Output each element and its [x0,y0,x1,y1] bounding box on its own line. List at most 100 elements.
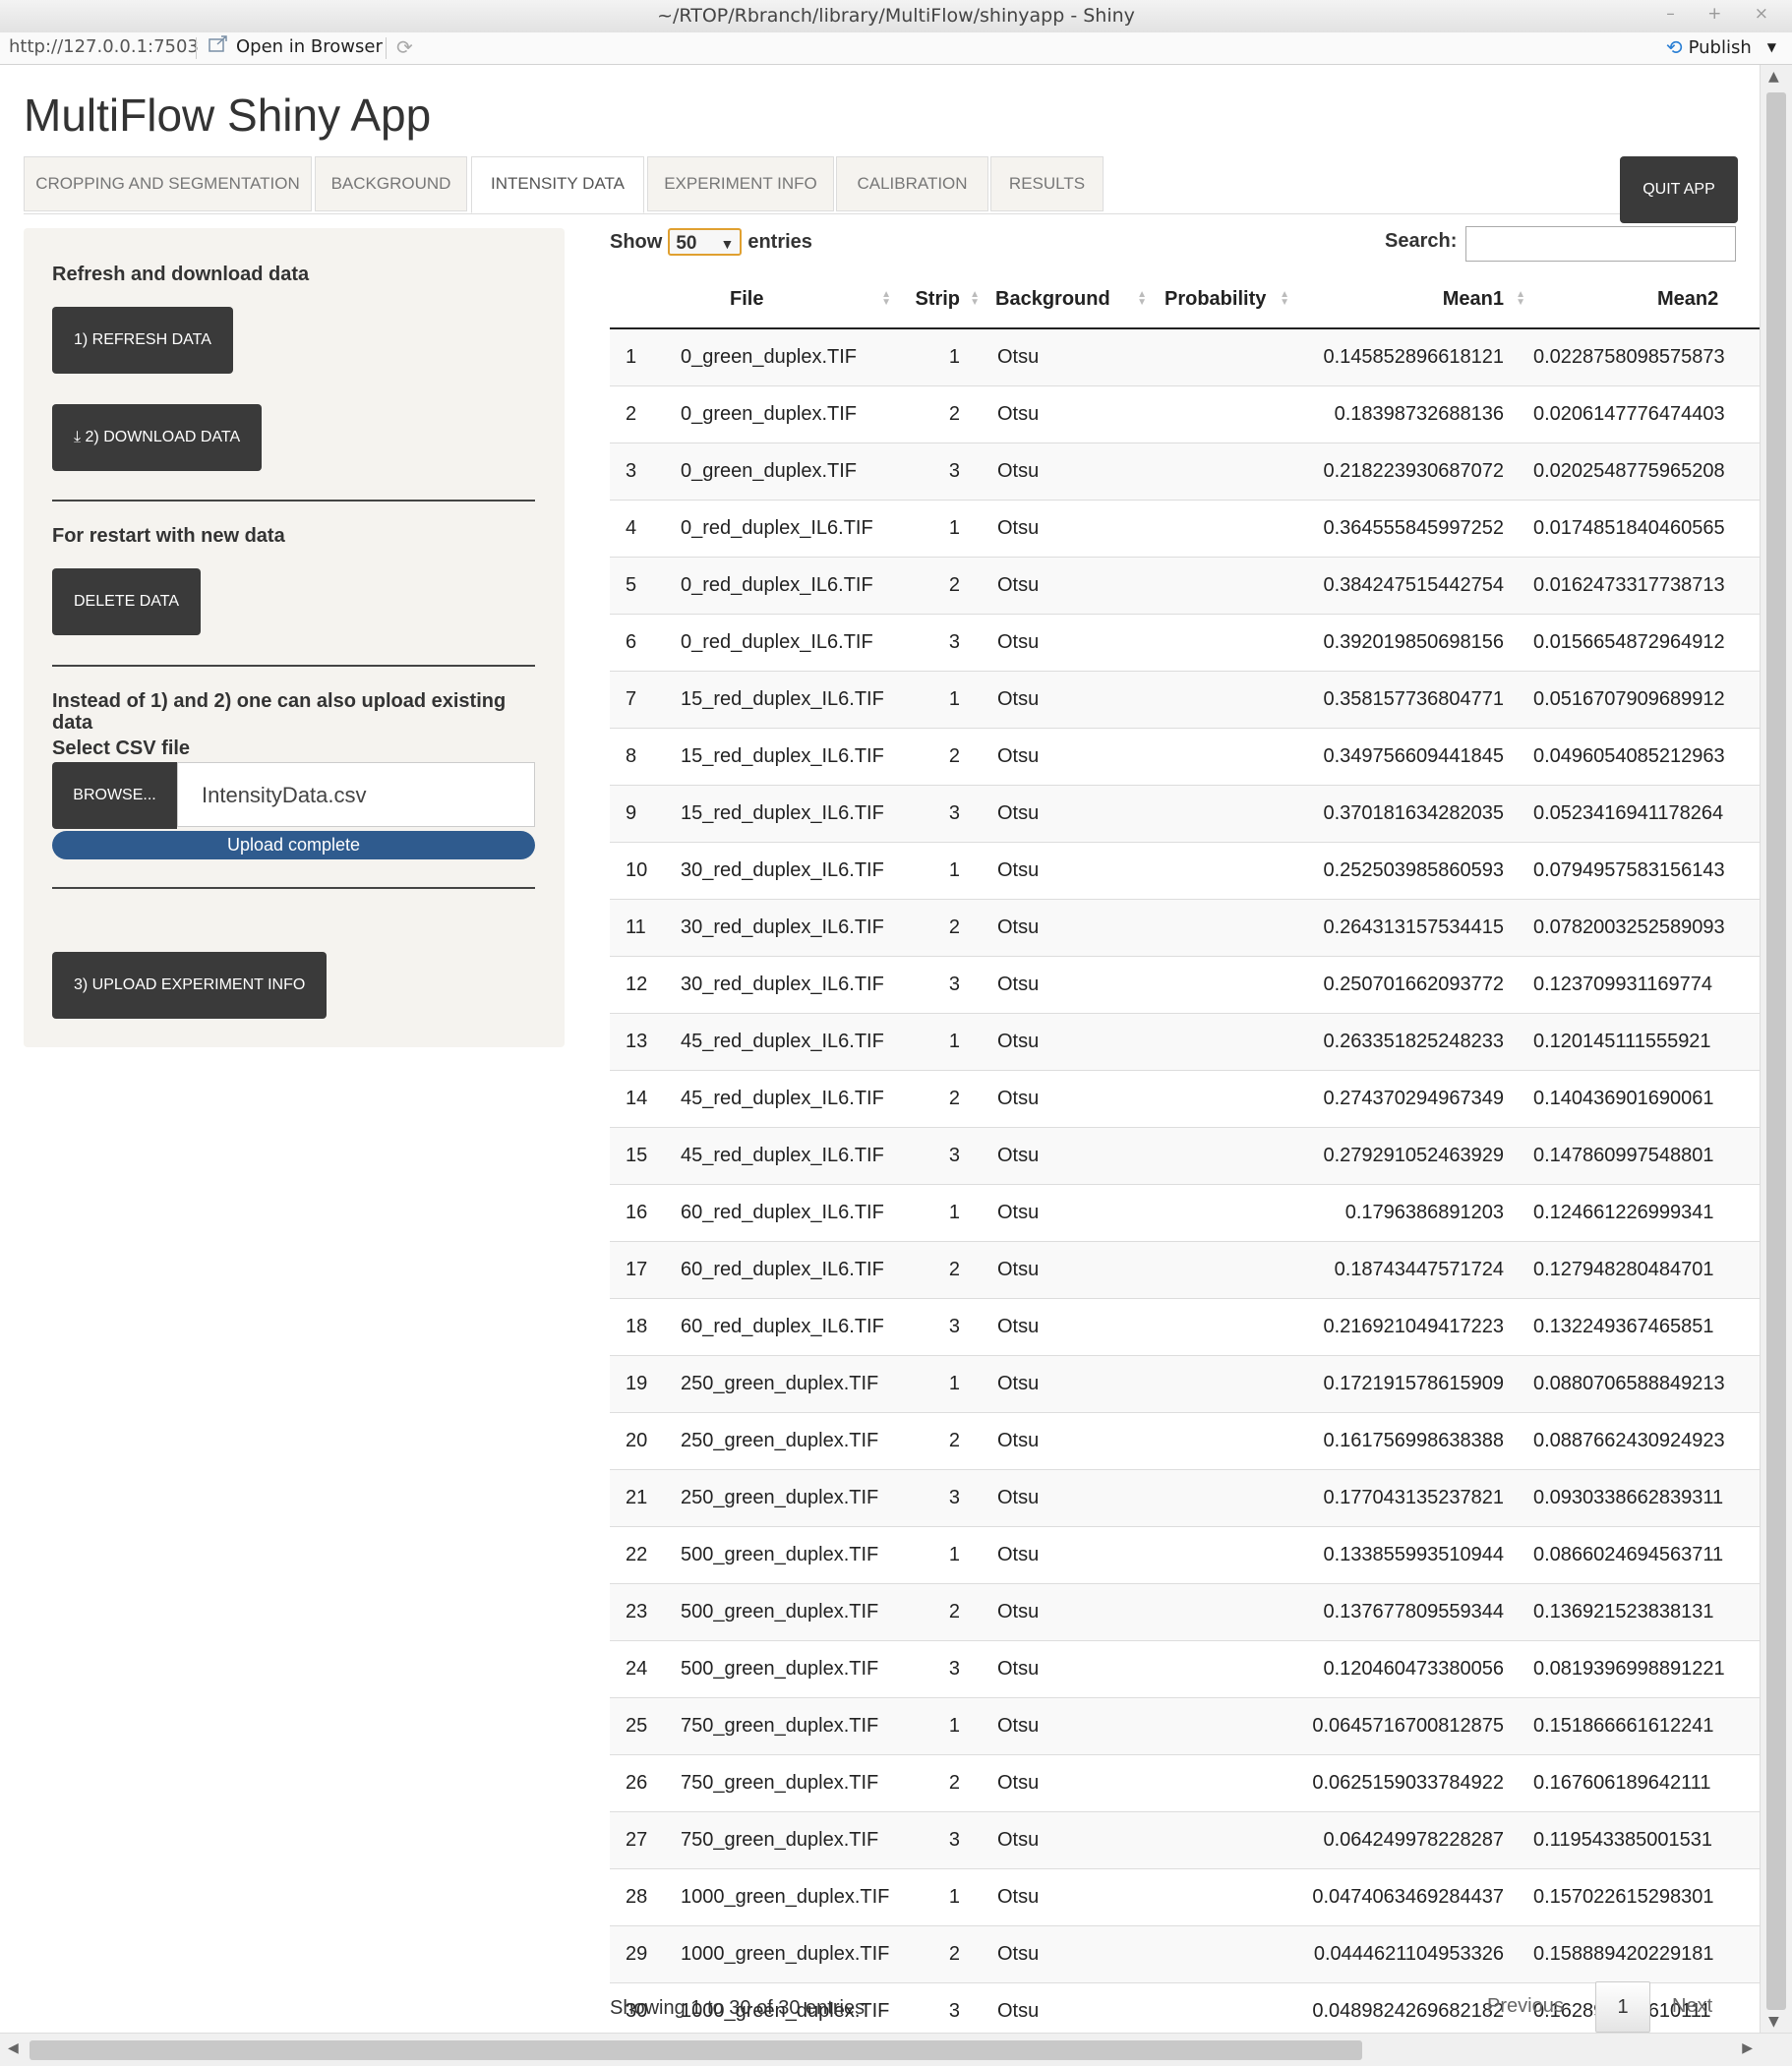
mean2-cell: 0.151866661612241 [1529,1697,1761,1755]
file-cell: 500_green_duplex.TIF [659,1526,895,1584]
column-header-mean2[interactable]: Mean2 [1529,271,1761,329]
scroll-right-icon[interactable]: ▶ [1742,2040,1753,2056]
open-in-browser-button[interactable]: Open in Browser [209,35,383,58]
previous-page-button[interactable]: Previous [1487,1995,1564,2018]
sort-icon: ▲ ▼ [1137,289,1147,308]
probability-cell [1151,1868,1293,1926]
table-row[interactable]: 4 0_red_duplex_IL6.TIF 1 Otsu 0.364555845997… [610,500,1761,558]
mean1-cell: 0.145852896618121 [1293,327,1529,386]
page-1-button[interactable]: 1 [1595,1981,1650,2033]
mean2-cell: 0.0819396998891221 [1529,1640,1761,1698]
table-row[interactable]: 26 750_green_duplex.TIF 2 Otsu 0.06251590337… [610,1754,1761,1812]
table-row[interactable]: 27 750_green_duplex.TIF 3 Otsu 0.06424997822… [610,1811,1761,1869]
table-row[interactable]: 22 500_green_duplex.TIF 1 Otsu 0.13385599351… [610,1526,1761,1584]
divider [386,37,387,59]
column-header-background[interactable]: Background ▲ ▼ [984,271,1151,329]
row-index: 29 [610,1925,659,1983]
tab-experiment-info[interactable]: EXPERIMENT INFO [647,156,834,211]
vertical-scrollbar[interactable]: ▲ ▼ [1760,65,1792,2034]
table-row[interactable]: 1 0_green_duplex.TIF 1 Otsu 0.14585289661812… [610,327,1761,386]
column-header-mean1[interactable]: Mean1 ▲ ▼ [1293,271,1529,329]
table-row[interactable]: 20 250_green_duplex.TIF 2 Otsu 0.16175699863… [610,1412,1761,1470]
column-header-probability[interactable]: Probability ▲ ▼ [1151,271,1293,329]
strip-cell: 3 [895,956,984,1014]
table-row[interactable]: 19 250_green_duplex.TIF 1 Otsu 0.17219157861… [610,1355,1761,1413]
scroll-down-icon[interactable]: ▼ [1768,2014,1779,2030]
probability-cell [1151,785,1293,843]
tab-background[interactable]: BACKGROUND [315,156,467,211]
probability-cell [1151,1355,1293,1413]
table-row[interactable]: 24 500_green_duplex.TIF 3 Otsu 0.12046047338… [610,1640,1761,1698]
table-row[interactable]: 13 45_red_duplex_IL6.TIF 1 Otsu 0.2633518252… [610,1013,1761,1071]
horizontal-scrollbar[interactable]: ◀ ▶ [0,2033,1792,2066]
table-row[interactable]: 28 1000_green_duplex.TIF 1 Otsu 0.0474063469… [610,1868,1761,1926]
table-row[interactable]: 11 30_red_duplex_IL6.TIF 2 Otsu 0.2643131575… [610,899,1761,957]
row-index: 17 [610,1241,659,1299]
table-row[interactable]: 9 15_red_duplex_IL6.TIF 3 Otsu 0.37018163428… [610,785,1761,843]
table-row[interactable]: 25 750_green_duplex.TIF 1 Otsu 0.06457167008… [610,1697,1761,1755]
background-cell: Otsu [984,1868,1151,1926]
probability-cell [1151,1754,1293,1812]
quit-app-button[interactable]: QUIT APP [1620,156,1738,223]
background-cell: Otsu [984,1184,1151,1242]
delete-data-button[interactable]: DELETE DATA [52,568,201,635]
table-row[interactable]: 29 1000_green_duplex.TIF 2 Otsu 0.0444621104… [610,1925,1761,1983]
row-index: 18 [610,1298,659,1356]
tab-calibration[interactable]: CALIBRATION [836,156,988,211]
file-cell: 750_green_duplex.TIF [659,1811,895,1869]
strip-cell: 3 [895,1982,984,2034]
tab-results[interactable]: RESULTS [990,156,1104,211]
column-header-strip[interactable]: Strip ▲ ▼ [895,271,984,329]
column-header-index [610,271,659,329]
divider [52,500,535,502]
download-data-button[interactable]: ⤓ 2) DOWNLOAD DATA [52,404,263,471]
upload-experiment-info-button[interactable]: 3) UPLOAD EXPERIMENT INFO [52,952,328,1019]
mean2-cell: 0.132249367465851 [1529,1298,1761,1356]
page-length-select[interactable]: 50 ▼ [668,228,743,256]
column-header-file[interactable]: File ▲ ▼ [659,271,895,329]
table-row[interactable]: 3 0_green_duplex.TIF 3 Otsu 0.21822393068707… [610,443,1761,501]
scrollbar-thumb[interactable] [1766,92,1786,2010]
file-name-field[interactable]: IntensityData.csv [177,762,535,827]
row-index: 6 [610,614,659,672]
publish-button[interactable]: ⟲ Publish ▼ [1666,35,1776,59]
browse-button[interactable]: BROWSE... [52,762,177,829]
background-cell: Otsu [984,385,1151,443]
mean1-cell: 0.18743447571724 [1293,1241,1529,1299]
table-row[interactable]: 23 500_green_duplex.TIF 2 Otsu 0.13767780955… [610,1583,1761,1641]
table-row[interactable]: 21 250_green_duplex.TIF 3 Otsu 0.17704313523… [610,1469,1761,1527]
table-row[interactable]: 2 0_green_duplex.TIF 2 Otsu 0.18398732688136… [610,385,1761,443]
strip-cell: 2 [895,1241,984,1299]
table-row[interactable]: 10 30_red_duplex_IL6.TIF 1 Otsu 0.2525039858… [610,842,1761,900]
table-row[interactable]: 5 0_red_duplex_IL6.TIF 2 Otsu 0.384247515442… [610,557,1761,615]
background-cell: Otsu [984,1526,1151,1584]
file-cell: 30_red_duplex_IL6.TIF [659,956,895,1014]
next-page-button[interactable]: Next [1672,1995,1712,2018]
mean2-cell: 0.127948280484701 [1529,1241,1761,1299]
scroll-up-icon[interactable]: ▲ [1768,69,1779,85]
column-header-label: File [730,288,764,310]
table-row[interactable]: 6 0_red_duplex_IL6.TIF 3 Otsu 0.392019850698… [610,614,1761,672]
table-row[interactable]: 8 15_red_duplex_IL6.TIF 2 Otsu 0.34975660944… [610,728,1761,786]
search-input[interactable] [1465,226,1736,262]
table-row[interactable]: 18 60_red_duplex_IL6.TIF 3 Otsu 0.2169210494… [610,1298,1761,1356]
tab-intensity-data[interactable]: INTENSITY DATA [471,156,644,213]
mean1-cell: 0.177043135237821 [1293,1469,1529,1527]
table-row[interactable]: 7 15_red_duplex_IL6.TIF 1 Otsu 0.35815773680… [610,671,1761,729]
table-row[interactable]: 14 45_red_duplex_IL6.TIF 2 Otsu 0.2743702949… [610,1070,1761,1128]
scrollbar-thumb[interactable] [30,2040,1362,2060]
refresh-data-button[interactable]: 1) REFRESH DATA [52,307,233,374]
table-row[interactable]: 12 30_red_duplex_IL6.TIF 3 Otsu 0.2507016620… [610,956,1761,1014]
table-row[interactable]: 16 60_red_duplex_IL6.TIF 1 Otsu 0.1796386891… [610,1184,1761,1242]
mean2-cell: 0.0202548775965208 [1529,443,1761,501]
mean1-cell: 0.0474063469284437 [1293,1868,1529,1926]
url-text: http://127.0.0.1:7503 [9,36,199,57]
window-controls[interactable]: – + × [1666,4,1782,24]
background-cell: Otsu [984,1811,1151,1869]
tab-cropping-and-segmentation[interactable]: CROPPING AND SEGMENTATION [24,156,312,211]
table-row[interactable]: 17 60_red_duplex_IL6.TIF 2 Otsu 0.1874344757… [610,1241,1761,1299]
scroll-left-icon[interactable]: ◀ [8,2040,19,2056]
refresh-icon[interactable]: ⟳ [396,35,413,59]
table-row[interactable]: 15 45_red_duplex_IL6.TIF 3 Otsu 0.2792910524… [610,1127,1761,1185]
strip-cell: 2 [895,1070,984,1128]
